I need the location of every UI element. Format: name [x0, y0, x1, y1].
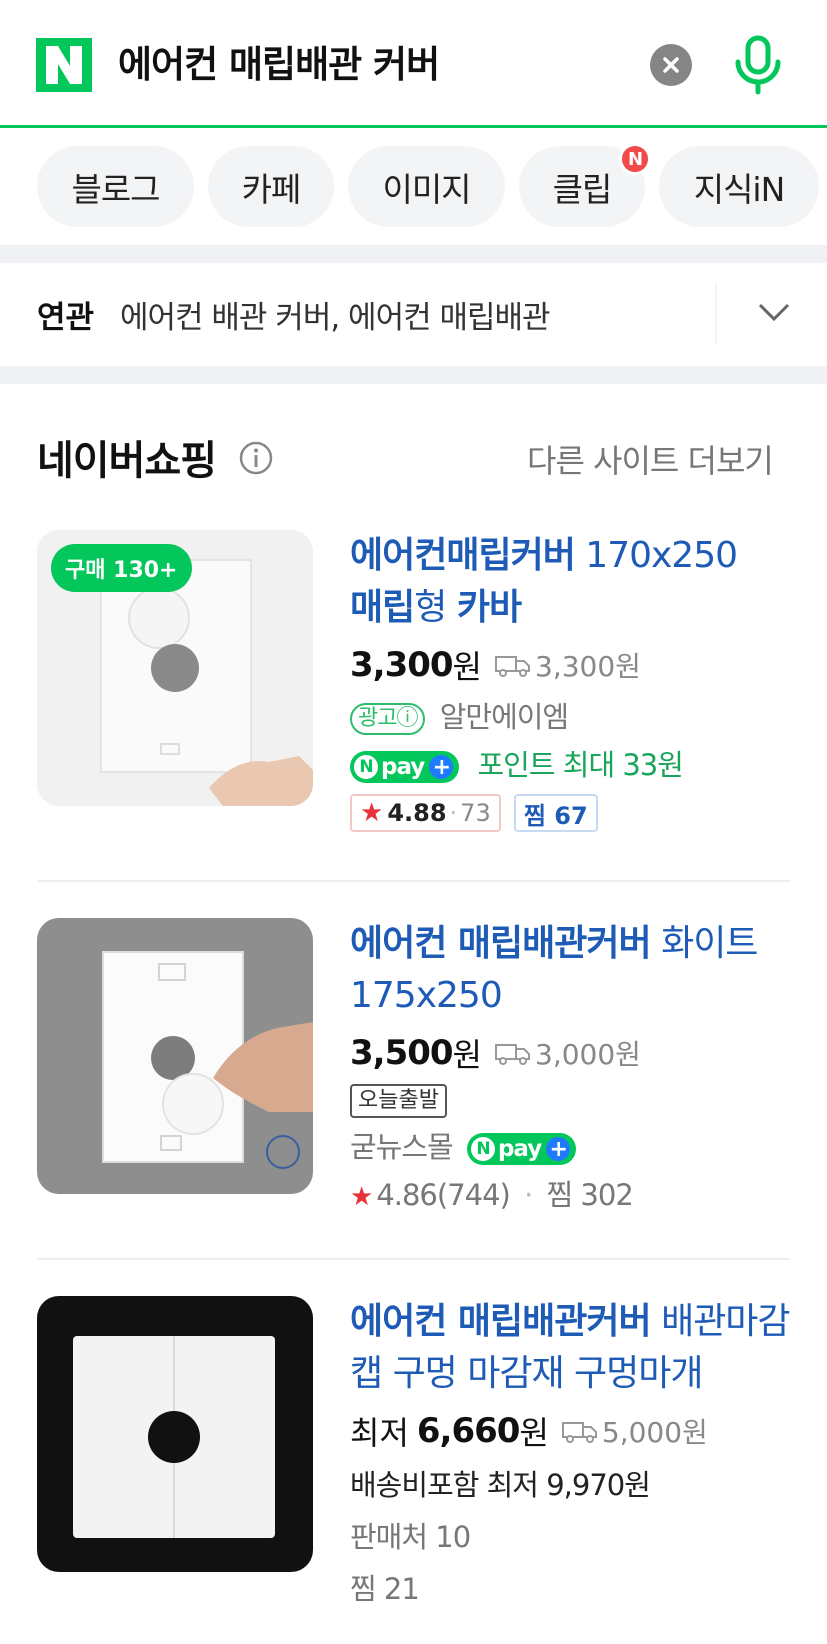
- rating-box: ★ 4.88 · 73: [350, 794, 501, 832]
- clear-icon: [663, 57, 679, 73]
- tab-blog[interactable]: 블로그: [37, 146, 194, 227]
- price: 3,300: [350, 645, 454, 685]
- product-image[interactable]: [37, 1296, 313, 1572]
- divider: [37, 880, 790, 882]
- search-query[interactable]: 에어컨 매립배관 커버: [118, 38, 440, 92]
- tag-row: 오늘출발: [350, 1084, 810, 1118]
- product-card[interactable]: 구매 130+ 에어컨매립커버 170x250 매립형 카바 3,300 원 3…: [0, 530, 827, 860]
- truck-icon: [495, 1044, 530, 1065]
- incl-shipping-price: 배송비포함 최저 9,970원: [350, 1468, 651, 1502]
- product-title[interactable]: 에어컨 매립배관커버 화이트 175x250: [350, 918, 810, 1022]
- seller-name[interactable]: 굳뉴스몰: [350, 1130, 454, 1164]
- price-row: 3,300 원 3,300원: [350, 645, 641, 686]
- section-title: 네이버쇼핑: [37, 438, 217, 484]
- microphone-icon[interactable]: [730, 34, 786, 96]
- seller-row: 굳뉴스몰 Npay +: [350, 1124, 810, 1166]
- rating-row: ★ 4.86(744) · 찜 302: [350, 1178, 634, 1212]
- tab-kin[interactable]: 지식iN: [659, 146, 819, 227]
- product-info: 에어컨 매립배관커버 화이트 175x250 3,500 원 3,000원 오늘…: [350, 918, 810, 1214]
- product-image[interactable]: [37, 918, 313, 1194]
- related-label: 연관: [37, 300, 95, 336]
- product-info: 에어컨 매립배관커버 배관마감캡 구멍 마감재 구멍마개 최저 6,660 원 …: [350, 1296, 810, 1608]
- related-keywords[interactable]: 에어컨 배관 커버, 에어컨 매립배관: [120, 292, 551, 337]
- related-searches[interactable]: 연관 에어컨 배관 커버, 에어컨 매립배관: [0, 262, 827, 364]
- search-tabs: 블로그 카페 이미지 클립 N 지식iN: [0, 131, 827, 243]
- npay-points: 포인트 최대 33원: [477, 748, 684, 782]
- rating-row: ★ 4.88 · 73 찜 67: [350, 794, 810, 832]
- tab-cafe[interactable]: 카페: [208, 146, 334, 227]
- npay-badge: Npay +: [466, 1133, 577, 1165]
- info-icon[interactable]: [238, 440, 274, 476]
- product-title[interactable]: 에어컨 매립배관커버 배관마감캡 구멍 마감재 구멍마개: [350, 1296, 810, 1400]
- price-row: 최저 6,660 원 5,000원: [350, 1408, 810, 1454]
- cover-cap-image: [73, 1336, 275, 1538]
- clear-button[interactable]: [650, 44, 692, 86]
- star-icon: ★: [350, 1182, 373, 1212]
- zzim-box[interactable]: 찜 67: [513, 794, 598, 832]
- product-title[interactable]: 에어컨매립커버 170x250 매립형 카바: [350, 530, 810, 634]
- rating: 4.86: [376, 1178, 438, 1212]
- tab-clip[interactable]: 클립 N: [519, 143, 651, 227]
- review-count: (744): [436, 1178, 511, 1212]
- product-image[interactable]: 구매 130+: [37, 530, 313, 806]
- rating: 4.88: [387, 799, 447, 827]
- zzim-count[interactable]: 찜 21: [350, 1566, 810, 1608]
- purchase-badge: 구매 130+: [51, 544, 192, 592]
- seller-row: 광고ⓘ 알만에이엠: [350, 694, 810, 736]
- zzim-count[interactable]: 찜 302: [547, 1178, 634, 1212]
- today-shipping-tag: 오늘출발: [350, 1084, 447, 1118]
- review-count: 73: [460, 799, 491, 827]
- seller-count[interactable]: 판매처 10: [350, 1514, 810, 1556]
- cover-plate-image: [102, 951, 313, 1169]
- seller-name[interactable]: 알만에이엠: [440, 700, 569, 734]
- truck-icon: [561, 1422, 597, 1443]
- price: 6,660: [416, 1411, 521, 1451]
- chevron-down-icon[interactable]: [758, 302, 790, 322]
- more-sites-link[interactable]: 다른 사이트 더보기: [527, 436, 774, 482]
- npay-badge: Npay +: [350, 751, 460, 783]
- product-info: 에어컨매립커버 170x250 매립형 카바 3,300 원 3,300원 광고…: [350, 530, 810, 832]
- product-card[interactable]: 에어컨 매립배관커버 배관마감캡 구멍 마감재 구멍마개 최저 6,660 원 …: [0, 1296, 827, 1626]
- star-icon: ★: [360, 798, 384, 828]
- price-row: 3,500 원 3,000원: [350, 1033, 641, 1074]
- ad-badge[interactable]: 광고ⓘ: [350, 703, 426, 735]
- related-divider: [715, 284, 717, 344]
- price: 3,500: [350, 1033, 454, 1073]
- new-badge: N: [619, 143, 651, 175]
- section-gap: [0, 245, 827, 263]
- tab-image[interactable]: 이미지: [348, 146, 505, 227]
- price-prefix: 최저: [350, 1414, 409, 1452]
- divider: [37, 1258, 790, 1260]
- shipping-fee: 5,000원: [561, 1411, 708, 1451]
- section-gap: [0, 366, 827, 384]
- shipping-fee: 3,000원: [494, 1033, 641, 1073]
- npay-row: Npay + 포인트 최대 33원: [350, 742, 810, 784]
- product-card[interactable]: 에어컨 매립배관커버 화이트 175x250 3,500 원 3,000원 오늘…: [0, 918, 827, 1218]
- naver-logo-icon[interactable]: [36, 38, 92, 92]
- truck-icon: [495, 656, 530, 677]
- shipping-fee: 3,300원: [494, 645, 641, 685]
- search-bar: 에어컨 매립배관 커버: [0, 0, 827, 128]
